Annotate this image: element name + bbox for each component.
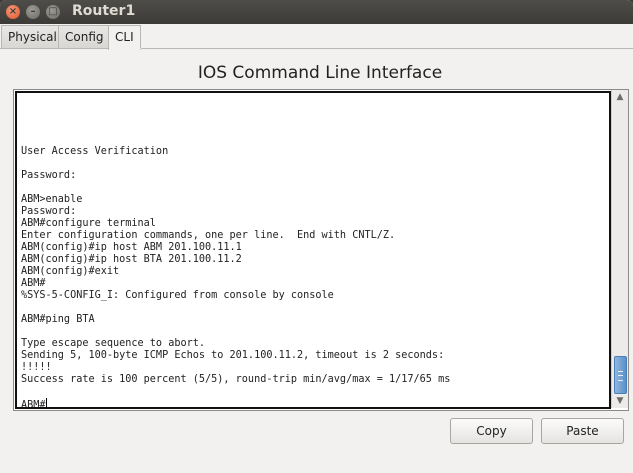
scrollbar-thumb[interactable] bbox=[614, 356, 627, 394]
terminal-frame: User Access Verification Password: ABM>e… bbox=[13, 89, 629, 411]
grip-icon bbox=[618, 371, 623, 381]
maximize-icon[interactable]: □ bbox=[46, 5, 60, 19]
tab-cli[interactable]: CLI bbox=[108, 25, 141, 50]
terminal-console[interactable]: User Access Verification Password: ABM>e… bbox=[15, 91, 611, 409]
cli-panel: IOS Command Line Interface User Access V… bbox=[3, 50, 630, 470]
title-bar[interactable]: × – □ Router1 bbox=[0, 0, 633, 24]
tab-divider bbox=[0, 48, 633, 49]
text-cursor bbox=[45, 398, 47, 407]
copy-button[interactable]: Copy bbox=[450, 418, 533, 444]
window-title: Router1 bbox=[72, 3, 136, 19]
tab-bar: Physical Config CLI bbox=[0, 25, 633, 50]
paste-button[interactable]: Paste bbox=[541, 418, 624, 444]
terminal-output: User Access Verification Password: ABM>e… bbox=[21, 146, 451, 409]
scroll-up-arrow-icon[interactable]: ▲ bbox=[612, 90, 628, 104]
close-icon[interactable]: × bbox=[6, 5, 20, 19]
router-window: × – □ Router1 Physical Config CLI IOS Co… bbox=[0, 0, 633, 473]
tab-config[interactable]: Config bbox=[58, 25, 111, 48]
minimize-icon[interactable]: – bbox=[26, 5, 40, 19]
page-title: IOS Command Line Interface bbox=[197, 63, 443, 83]
terminal-scrollbar[interactable]: ▲ ▼ bbox=[611, 90, 628, 408]
scroll-down-arrow-icon[interactable]: ▼ bbox=[612, 394, 628, 408]
tab-physical[interactable]: Physical bbox=[1, 25, 64, 48]
